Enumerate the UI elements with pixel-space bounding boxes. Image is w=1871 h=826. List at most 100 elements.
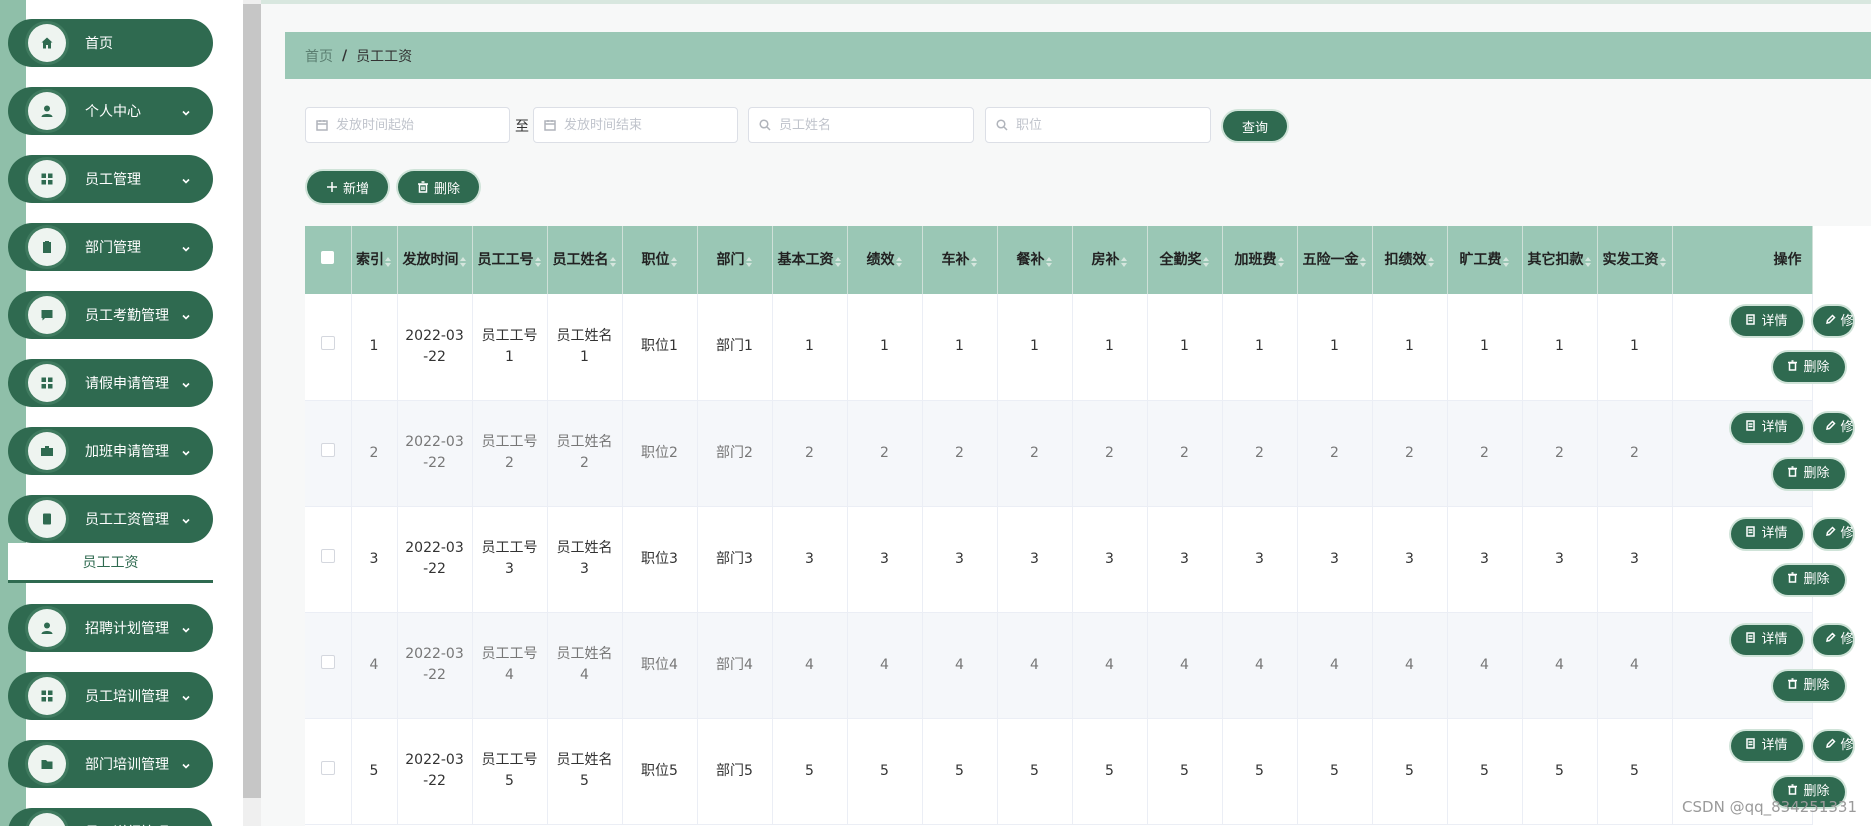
table-cell: 员工工号1: [472, 294, 548, 401]
delete-button[interactable]: 删除: [1772, 352, 1845, 382]
submenu-item-salary[interactable]: 员工工资: [8, 543, 213, 583]
sidebar-item-10[interactable]: 员工培训管理: [8, 672, 213, 720]
column-header-6[interactable]: 部门: [697, 226, 773, 294]
column-header-5[interactable]: 职位: [622, 226, 698, 294]
row-checkbox[interactable]: [320, 548, 335, 563]
sort-icon[interactable]: [1584, 254, 1592, 267]
sort-icon[interactable]: [1120, 254, 1128, 267]
select-all-checkbox[interactable]: [321, 250, 335, 264]
column-header-2[interactable]: 发放时间: [397, 226, 473, 294]
detail-button[interactable]: 详情: [1730, 624, 1803, 655]
sort-icon[interactable]: [459, 254, 467, 267]
column-header-14[interactable]: 五险一金: [1297, 226, 1373, 294]
sort-icon[interactable]: [1502, 254, 1510, 267]
end-date-input[interactable]: [562, 116, 716, 134]
sidebar-item-7[interactable]: 加班申请管理: [8, 427, 213, 475]
table-cell: 4: [1447, 612, 1523, 719]
sidebar-item-4[interactable]: 部门管理: [8, 223, 213, 271]
column-header-12[interactable]: 全勤奖: [1147, 226, 1223, 294]
sort-icon[interactable]: [670, 254, 678, 267]
table-cell: 2: [1072, 400, 1148, 507]
column-header-13[interactable]: 加班费: [1222, 226, 1298, 294]
sidebar-item-6[interactable]: 请假申请管理: [8, 359, 213, 407]
edit-button[interactable]: 修: [1812, 518, 1854, 549]
start-date-field[interactable]: [305, 107, 510, 143]
detail-button[interactable]: 详情: [1730, 412, 1803, 443]
sort-icon[interactable]: [895, 254, 903, 267]
sort-icon[interactable]: [1045, 254, 1053, 267]
row-checkbox[interactable]: [320, 336, 335, 351]
sort-icon[interactable]: [1427, 254, 1435, 267]
table-cell: 员工姓名1: [547, 294, 623, 401]
sort-icon[interactable]: [534, 254, 542, 267]
row-select-cell: [305, 612, 352, 719]
sidebar-scrollbar[interactable]: [243, 0, 261, 826]
table-cell: 员工姓名5: [547, 718, 623, 825]
column-header-15[interactable]: 扣绩效: [1372, 226, 1448, 294]
delete-button[interactable]: 删除: [1772, 670, 1845, 701]
breadcrumb-current: 员工工资: [356, 48, 413, 65]
sidebar-item-5[interactable]: 员工考勤管理: [8, 291, 213, 339]
row-actions-cell: 详情 修删除: [1672, 612, 1854, 719]
breadcrumb-home[interactable]: 首页: [305, 46, 333, 66]
column-header-4[interactable]: 员工姓名: [547, 226, 623, 294]
row-checkbox[interactable]: [320, 760, 335, 775]
column-header-7[interactable]: 基本工资: [772, 226, 848, 294]
column-header-11[interactable]: 房补: [1072, 226, 1148, 294]
document-icon: [1745, 523, 1761, 544]
table-cell: 2: [1597, 400, 1673, 507]
sidebar-item-9[interactable]: 招聘计划管理: [8, 604, 213, 652]
table-cell: 3: [1147, 506, 1223, 613]
column-header-10[interactable]: 餐补: [997, 226, 1073, 294]
sort-icon[interactable]: [1659, 254, 1667, 267]
sidebar-item-12[interactable]: 员工详细管理: [8, 808, 213, 826]
sort-icon[interactable]: [1359, 254, 1367, 267]
sidebar-item-label: 请假申请管理: [85, 376, 169, 392]
employee-name-field[interactable]: [748, 107, 974, 143]
column-header-16[interactable]: 旷工费: [1447, 226, 1523, 294]
column-header-3[interactable]: 员工工号: [472, 226, 548, 294]
column-header-9[interactable]: 车补: [922, 226, 998, 294]
sort-icon[interactable]: [384, 254, 392, 267]
edit-button[interactable]: 修: [1812, 624, 1854, 655]
delete-button[interactable]: 删除: [1772, 564, 1845, 595]
column-header-8[interactable]: 绩效: [847, 226, 923, 294]
employee-name-input[interactable]: [777, 116, 931, 134]
sidebar-item-11[interactable]: 部门培训管理: [8, 740, 213, 788]
scrollbar-thumb[interactable]: [243, 4, 261, 798]
detail-button[interactable]: 详情: [1730, 518, 1803, 549]
detail-button[interactable]: 详情: [1730, 306, 1803, 336]
row-select-cell: [305, 506, 352, 613]
column-header-1[interactable]: 索引: [351, 226, 398, 294]
edit-button[interactable]: 修: [1812, 412, 1854, 443]
sort-icon[interactable]: [745, 254, 753, 267]
sidebar-item-8[interactable]: 员工工资管理: [8, 495, 213, 543]
start-date-input[interactable]: [334, 116, 488, 134]
edit-button[interactable]: 修: [1812, 730, 1854, 761]
row-checkbox[interactable]: [320, 654, 335, 669]
sort-icon[interactable]: [1202, 254, 1210, 267]
column-header-19: 操作: [1672, 226, 1813, 294]
sort-icon[interactable]: [1277, 254, 1285, 267]
delete-button[interactable]: 删除: [1772, 458, 1845, 489]
detail-button[interactable]: 详情: [1730, 730, 1803, 761]
position-input[interactable]: [1014, 116, 1168, 134]
table-row: 3 2022-03-22 员工工号3 员工姓名3 职位3 部门3 3 3 3 3 3 3 3 3 3 3 3 3 详…: [305, 506, 1854, 613]
sidebar-item-2[interactable]: 个人中心: [8, 87, 213, 135]
add-button[interactable]: 新增: [307, 171, 388, 203]
sidebar-item-3[interactable]: 员工管理: [8, 155, 213, 203]
sort-icon[interactable]: [834, 254, 842, 267]
grid-icon: [28, 160, 66, 198]
column-header-17[interactable]: 其它扣款: [1522, 226, 1598, 294]
position-field[interactable]: [985, 107, 1211, 143]
column-header-label: 旷工费: [1459, 251, 1502, 268]
sort-icon[interactable]: [609, 254, 617, 267]
sidebar-item-1[interactable]: 首页: [8, 19, 213, 67]
row-checkbox[interactable]: [320, 442, 335, 457]
sort-icon[interactable]: [970, 254, 978, 267]
query-button[interactable]: 查询: [1223, 111, 1287, 141]
bulk-delete-button[interactable]: 删除: [398, 171, 479, 203]
end-date-field[interactable]: [533, 107, 738, 143]
column-header-18[interactable]: 实发工资: [1597, 226, 1673, 294]
edit-button[interactable]: 修: [1812, 306, 1854, 336]
